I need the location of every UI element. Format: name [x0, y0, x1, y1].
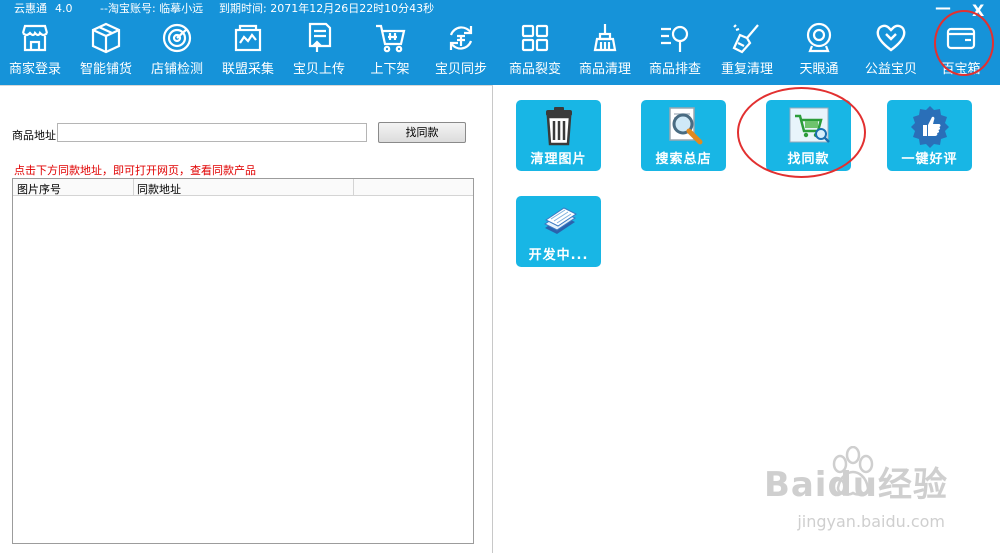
find-same-panel: 商品地址: 找同款 点击下方同款地址，即可打开网页，查看同款产品 图片序号 同款… — [0, 85, 493, 553]
toolbar-label: 宝贝上传 — [292, 62, 345, 77]
minimize-button[interactable]: — — [935, 0, 951, 17]
papers-icon — [537, 200, 581, 244]
expiry-info: 到期时间: 2071年12月26日22时10分43秒 — [219, 2, 435, 15]
address-label: 商品地址: — [12, 129, 60, 142]
sync-icon — [444, 21, 478, 55]
toolbar-label: 智能铺货 — [79, 62, 132, 77]
find-same-button[interactable]: 找同款 — [378, 122, 466, 143]
account-info: --淘宝账号: 临摹小远 — [100, 2, 204, 15]
tools-panel: 清理图片 搜索总店 找同款 一键好评 开发中... — [494, 85, 1000, 553]
column-divider[interactable] — [353, 179, 354, 196]
toolbar-alliance-collect[interactable]: 联盟采集 — [213, 18, 283, 85]
brush-icon — [730, 21, 764, 55]
box-icon — [89, 21, 123, 55]
trash-icon — [537, 104, 581, 148]
toolbar-duplicate-cleanup[interactable]: 重复清理 — [712, 18, 782, 85]
wallet-icon — [944, 21, 978, 55]
toolbar-shelf[interactable]: 上下架 — [355, 18, 425, 85]
collect-icon — [231, 21, 265, 55]
column-header-same-url[interactable]: 同款地址 — [137, 181, 181, 197]
toolbar-treasure-box[interactable]: 百宝箱 — [926, 18, 996, 85]
column-divider[interactable] — [133, 179, 134, 196]
toolbar-smart-listing[interactable]: 智能铺货 — [71, 18, 141, 85]
app-version: 4.0 — [55, 2, 73, 15]
tool-find-same[interactable]: 找同款 — [766, 100, 851, 171]
tool-label: 搜索总店 — [655, 152, 712, 167]
tool-label: 找同款 — [787, 152, 830, 167]
tool-clear-images[interactable]: 清理图片 — [516, 100, 601, 171]
main-toolbar: 商家登录 智能铺货 店铺检测 联盟采集 宝贝上传 上下架 宝贝同步 商品裂变 商… — [0, 18, 1000, 85]
cart-icon — [373, 21, 407, 55]
thumbs-up-icon — [908, 104, 952, 148]
tool-label: 开发中... — [528, 248, 589, 263]
list-header: 图片序号 同款地址 — [13, 179, 473, 196]
toolbar-label: 天眼通 — [799, 62, 839, 77]
grid-icon — [518, 21, 552, 55]
toolbar-label: 上下架 — [370, 62, 410, 77]
toolbar-charity-item[interactable]: 公益宝贝 — [856, 18, 926, 85]
storefront-icon — [18, 21, 52, 55]
tool-label: 清理图片 — [530, 152, 587, 167]
hint-text: 点击下方同款地址，即可打开网页，查看同款产品 — [14, 164, 256, 177]
toolbar-label: 店铺检测 — [150, 62, 203, 77]
tool-search-main-store[interactable]: 搜索总店 — [641, 100, 726, 171]
tool-one-click-review[interactable]: 一键好评 — [887, 100, 972, 171]
top-bar: 云惠通 4.0 --淘宝账号: 临摹小远 到期时间: 2071年12月26日22… — [0, 0, 1000, 85]
toolbar-merchant-login[interactable]: 商家登录 — [0, 18, 70, 85]
toolbar-sky-eye[interactable]: 天眼通 — [784, 18, 854, 85]
column-header-image-no[interactable]: 图片序号 — [17, 181, 61, 197]
toolbar-product-inspect[interactable]: 商品排查 — [640, 18, 710, 85]
magnifier-doc-icon — [662, 104, 706, 148]
webcam-icon — [802, 21, 836, 55]
tool-label: 一键好评 — [901, 152, 958, 167]
radar-icon — [160, 21, 194, 55]
toolbar-item-upload[interactable]: 宝贝上传 — [284, 18, 354, 85]
broom-icon — [588, 21, 622, 55]
toolbar-item-sync[interactable]: 宝贝同步 — [426, 18, 496, 85]
tool-in-development[interactable]: 开发中... — [516, 196, 601, 267]
toolbar-label: 商品排查 — [648, 62, 701, 77]
toolbar-label: 百宝箱 — [941, 62, 981, 77]
product-address-input[interactable] — [57, 123, 367, 142]
title-line: 云惠通 4.0 --淘宝账号: 临摹小远 到期时间: 2071年12月26日22… — [0, 0, 1000, 18]
upload-doc-icon — [302, 21, 336, 55]
toolbar-label: 联盟采集 — [221, 62, 274, 77]
toolbar-product-fission[interactable]: 商品裂变 — [500, 18, 570, 85]
cart-search-icon — [787, 104, 831, 148]
results-list[interactable]: 图片序号 同款地址 — [12, 178, 474, 544]
toolbar-shop-check[interactable]: 店铺检测 — [142, 18, 212, 85]
search-list-icon — [658, 21, 692, 55]
heart-icon — [874, 21, 908, 55]
toolbar-label: 宝贝同步 — [434, 62, 487, 77]
app-name: 云惠通 — [14, 2, 47, 15]
toolbar-label: 重复清理 — [720, 62, 773, 77]
toolbar-product-cleanup[interactable]: 商品清理 — [570, 18, 640, 85]
